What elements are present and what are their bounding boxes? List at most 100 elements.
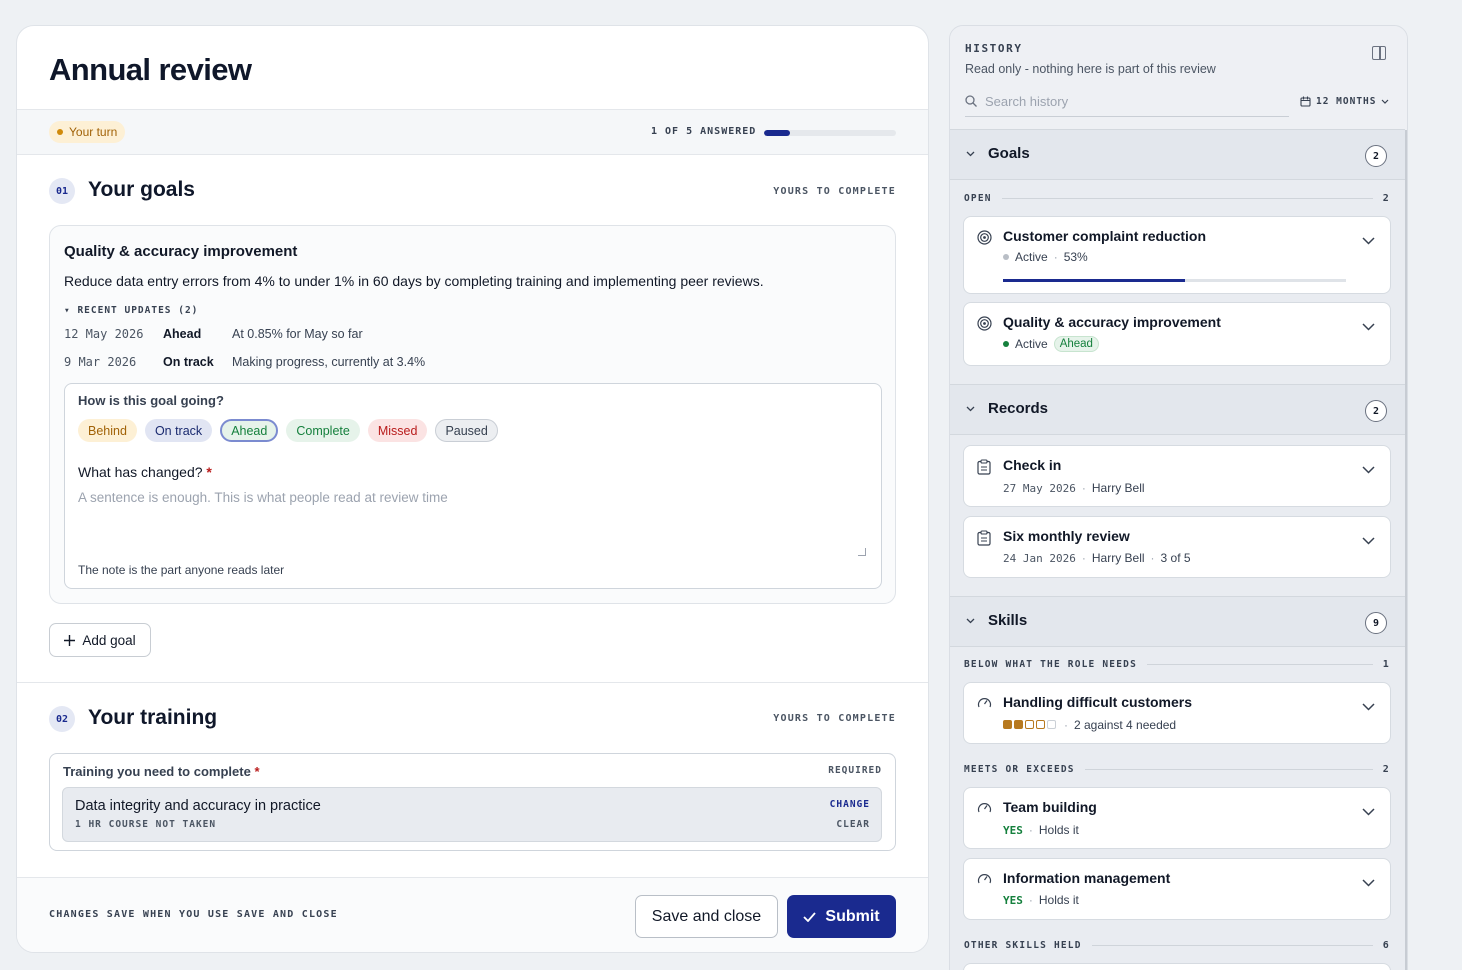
chip-complete[interactable]: Complete [286,419,360,442]
update-row: 9 Mar 2026 On track Making progress, cur… [64,355,425,369]
update-status: Ahead [163,327,202,341]
change-training-button[interactable]: CHANGE [830,799,870,810]
chevron-down-icon[interactable] [1362,879,1375,887]
update-date: 9 Mar 2026 [64,355,137,369]
range-value: 12 MONTHS [1316,96,1377,107]
progress-fill [764,130,791,136]
card-title: Information management [1003,870,1171,886]
change-label-text: What has changed? [78,464,203,480]
goal-title: Quality & accuracy improvement [64,243,298,260]
history-search[interactable]: Search history [965,90,1289,117]
goal-update-form: How is this goal going? Behind On track … [64,383,882,589]
subheading-label: OTHER SKILLS HELD [964,939,1082,951]
clipboard-icon [977,530,991,546]
history-goal-card[interactable]: Customer complaint reduction Active · 53% [963,216,1391,294]
goal-description: Reduce data entry errors from 4% to unde… [64,273,764,289]
separator: · [1053,250,1058,264]
history-goal-card[interactable]: Quality & accuracy improvement Active Ahe… [963,302,1391,366]
target-icon [977,316,992,331]
chip-on-track[interactable]: On track [144,419,213,442]
recent-updates-toggle[interactable]: ▾ RECENT UPDATES (2) [64,305,198,316]
section-title-goals: Your goals [88,178,195,201]
card-meta: Active Ahead [1003,336,1099,352]
chevron-down-icon [966,618,975,624]
training-label-text: Training you need to complete [63,764,251,779]
training-name: Data integrity and accuracy in practice [75,798,321,814]
group-name: Goals [988,145,1030,162]
subheading-open: OPEN 2 [964,191,1390,205]
history-skill-card[interactable] [963,963,1391,970]
group-count: 2 [1365,400,1387,422]
chevron-down-icon [966,406,975,412]
history-record-card[interactable]: Check in 27 May 2026 · Harry Bell [963,445,1391,507]
collapse-panel-icon[interactable] [1372,46,1386,60]
required-mark: * [254,764,260,779]
chevron-down-icon[interactable] [1362,237,1375,245]
chip-paused[interactable]: Paused [435,419,498,442]
separator: · [1064,718,1068,732]
required-tag: REQUIRED [828,765,882,776]
section-number: 01 [49,178,75,204]
chevron-down-icon [1382,99,1389,104]
card-title: Six monthly review [1003,528,1130,544]
card-title: Customer complaint reduction [1003,228,1207,244]
history-panel: HISTORY Read only - nothing here is part… [949,25,1408,970]
separator: · [1081,481,1086,495]
update-note: Making progress, currently at 3.4% [232,355,426,369]
goal-question: How is this goal going? [78,393,224,408]
status-dot-icon [1003,341,1009,347]
group-count: 9 [1365,612,1387,634]
chip-behind[interactable]: Behind [78,419,137,442]
add-goal-label: Add goal [82,632,136,648]
record-date: 24 Jan 2026 [1003,551,1076,565]
history-group-records[interactable]: Records 2 [950,384,1405,435]
subheading-other: OTHER SKILLS HELD 6 [964,938,1390,952]
scrollbar[interactable] [1405,130,1407,970]
footer-bar: CHANGES SAVE WHEN YOU USE SAVE AND CLOSE… [17,877,928,952]
goal-status: Active [1015,250,1048,264]
subheading-rule [1084,768,1373,770]
skill-level-squares [1003,718,1058,732]
update-row: 12 May 2026 Ahead At 0.85% for May so fa… [64,327,363,341]
chevron-down-icon[interactable] [1362,703,1375,711]
history-title: HISTORY [965,42,1023,55]
subheading-count: 6 [1382,939,1390,951]
field-hint: The note is the part anyone reads later [78,563,285,577]
history-skill-card[interactable]: Handling difficult customers · 2 against … [963,682,1391,744]
range-select[interactable]: 12 MONTHS [1300,96,1389,107]
card-meta: 27 May 2026 · Harry Bell [1003,481,1145,495]
chevron-down-icon[interactable] [1362,466,1375,474]
progress-bar [764,130,896,136]
chevron-down-icon[interactable] [1362,323,1375,331]
chevron-down-icon[interactable] [1362,808,1375,816]
change-label: What has changed? * [78,464,212,480]
clear-training-button[interactable]: CLEAR [836,819,870,830]
card-meta: · 2 against 4 needed [1003,718,1176,732]
add-goal-button[interactable]: Add goal [49,623,151,657]
skill-level-square [1036,720,1045,729]
update-date: 12 May 2026 [64,327,144,341]
status-bar: Your turn 1 OF 5 ANSWERED [17,109,928,155]
history-group-skills[interactable]: Skills 9 [950,596,1405,647]
card-meta: YES · Holds it [1003,823,1079,837]
progress-label: 1 OF 5 ANSWERED [651,126,757,137]
history-skill-card[interactable]: Team building YES · Holds it [963,787,1391,849]
separator: · [1028,893,1033,907]
chevron-down-icon[interactable] [1362,537,1375,545]
change-textarea[interactable]: A sentence is enough. This is what peopl… [78,490,448,505]
resize-handle-icon[interactable] [858,548,866,556]
chip-missed[interactable]: Missed [367,419,428,442]
section-tag: YOURS TO COMPLETE [773,186,896,197]
save-note: CHANGES SAVE WHEN YOU USE SAVE AND CLOSE [49,909,338,920]
history-record-card[interactable]: Six monthly review 24 Jan 2026 · Harry Bel… [963,516,1391,578]
history-group-goals[interactable]: Goals 2 [950,129,1405,180]
section-tag: YOURS TO COMPLETE [773,713,896,724]
save-and-close-button[interactable]: Save and close [635,895,778,938]
record-extra: 3 of 5 [1160,551,1191,565]
history-skill-card[interactable]: Information management YES · Holds it [963,858,1391,920]
skill-level-square [1014,720,1023,729]
subheading-rule [1091,944,1373,946]
submit-button[interactable]: Submit [787,895,896,938]
gauge-icon [977,698,992,708]
chip-ahead[interactable]: Ahead [220,419,279,442]
